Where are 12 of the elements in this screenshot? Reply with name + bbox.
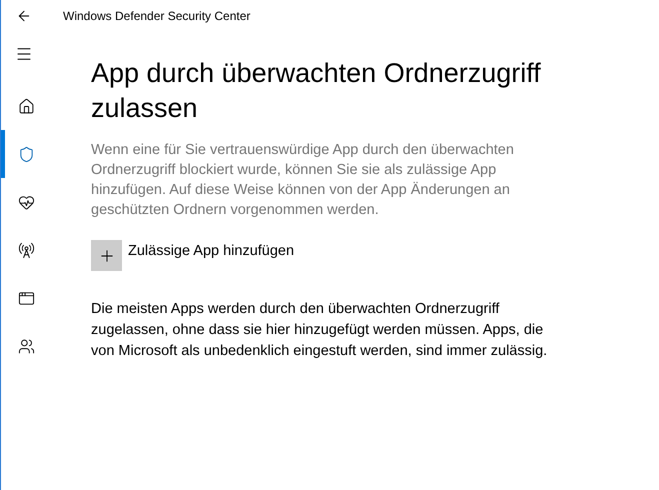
page-heading: App durch überwachten Ordnerzugriff zulassen — [91, 57, 542, 125]
window-icon — [18, 290, 34, 306]
add-app-link[interactable]: Zulässige App hinzufügen — [128, 240, 294, 262]
home-icon — [18, 98, 34, 114]
shield-icon — [18, 146, 34, 162]
window-title: Windows Defender Security Center — [63, 8, 250, 25]
info-text: Die meisten Apps werden durch den überwachten Ordnerzugriff zugelassen, ohne dass sie hier hinzugefügt werden müssen. Apps, die von Microsoft als unbedenklich eingestuft werden, sind immer zulässig. — [91, 300, 548, 361]
add-icon-button[interactable] — [91, 240, 122, 271]
description-text: Wenn eine für Sie vertrauenswürdige App durch den überwachten Ordnerzugriff blockiert wurde, können Sie sie als zulässige App hinzufügen. Auf diese Weise können von der App Änderungen an geschützten Ordnern vorgenommen werden. — [91, 141, 515, 220]
antenna-icon — [18, 242, 34, 258]
heart-pulse-icon — [18, 194, 34, 210]
people-icon — [18, 338, 34, 354]
